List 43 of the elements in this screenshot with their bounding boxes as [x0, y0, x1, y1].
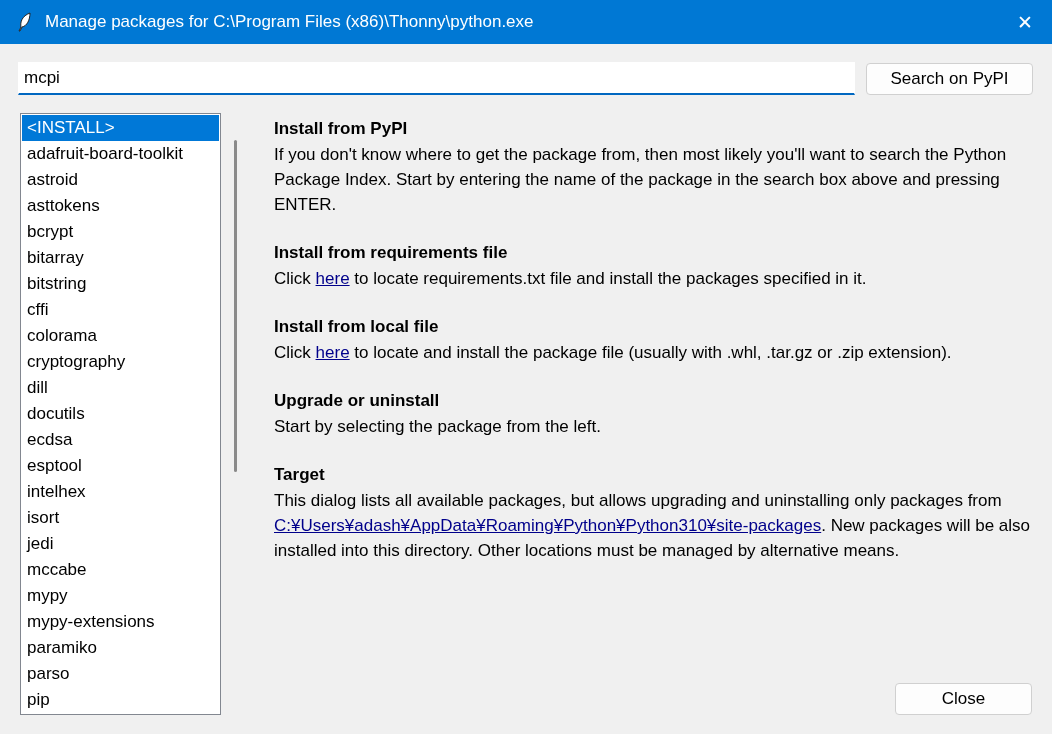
package-item[interactable]: adafruit-board-toolkit [22, 141, 219, 167]
section-text: Click here to locate requirements.txt file and install the packages specified in it. [274, 268, 868, 290]
package-item[interactable]: bitarray [22, 245, 219, 271]
section-text: If you don't know where to get the package from, then most likely you'll want to search the Python Package Index. Start by entering the name of the package in the search box above and pressing ENTER. [274, 144, 1008, 216]
section-text: Click here to locate and install the package file (usually with .whl, .tar.gz or .zip extension). [274, 342, 953, 364]
section-text: This dialog lists all available packages, but allows upgrading and uninstalling only packages from C:¥Users¥adash¥AppData¥Roaming¥Python¥Python310¥site-packages. New packages will be also installed into this directory. Other locations must be managed by alternative means. [274, 490, 1031, 562]
scrollbar-thumb[interactable] [234, 140, 237, 472]
window-title: Manage packages for C:\Program Files (x86)\Thonny\python.exe [45, 12, 535, 32]
package-item[interactable]: pip [22, 687, 219, 713]
package-item[interactable]: asttokens [22, 193, 219, 219]
section-text: Start by selecting the package from the left. [274, 416, 602, 438]
package-item[interactable]: mypy [22, 583, 219, 609]
package-item[interactable]: ecdsa [22, 427, 219, 453]
package-item[interactable]: isort [22, 505, 219, 531]
package-item[interactable]: <INSTALL> [22, 115, 219, 141]
section-heading: Install from requirements file [274, 242, 509, 264]
package-item[interactable]: cryptography [22, 349, 219, 375]
package-item[interactable]: colorama [22, 323, 219, 349]
link[interactable]: C:¥Users¥adash¥AppData¥Roaming¥Python¥Python310¥site-packages [274, 516, 822, 535]
section-heading: Install from PyPI [274, 118, 409, 140]
close-button[interactable]: Close [895, 683, 1032, 715]
package-item[interactable]: mccabe [22, 557, 219, 583]
package-item[interactable]: bcrypt [22, 219, 219, 245]
link[interactable]: here [315, 269, 350, 288]
package-item[interactable]: dill [22, 375, 219, 401]
package-item[interactable]: intelhex [22, 479, 219, 505]
link[interactable]: here [315, 343, 350, 362]
package-item[interactable]: jedi [22, 531, 219, 557]
section-heading: Install from local file [274, 316, 440, 338]
package-item[interactable]: parso [22, 661, 219, 687]
close-button[interactable]: ✕ [998, 0, 1052, 44]
section-heading: Target [274, 464, 326, 486]
package-item[interactable]: bitstring [22, 271, 219, 297]
package-item[interactable]: esptool [22, 453, 219, 479]
package-item[interactable]: astroid [22, 167, 219, 193]
search-button[interactable]: Search on PyPI [866, 62, 1033, 95]
package-item[interactable]: docutils [22, 401, 219, 427]
section-heading: Upgrade or uninstall [274, 390, 441, 412]
package-item[interactable]: mypy-extensions [22, 609, 219, 635]
search-field[interactable]: mcpi [18, 62, 855, 95]
package-item[interactable]: cffi [22, 297, 219, 323]
feather-icon [18, 12, 32, 32]
package-item[interactable]: paramiko [22, 635, 219, 661]
